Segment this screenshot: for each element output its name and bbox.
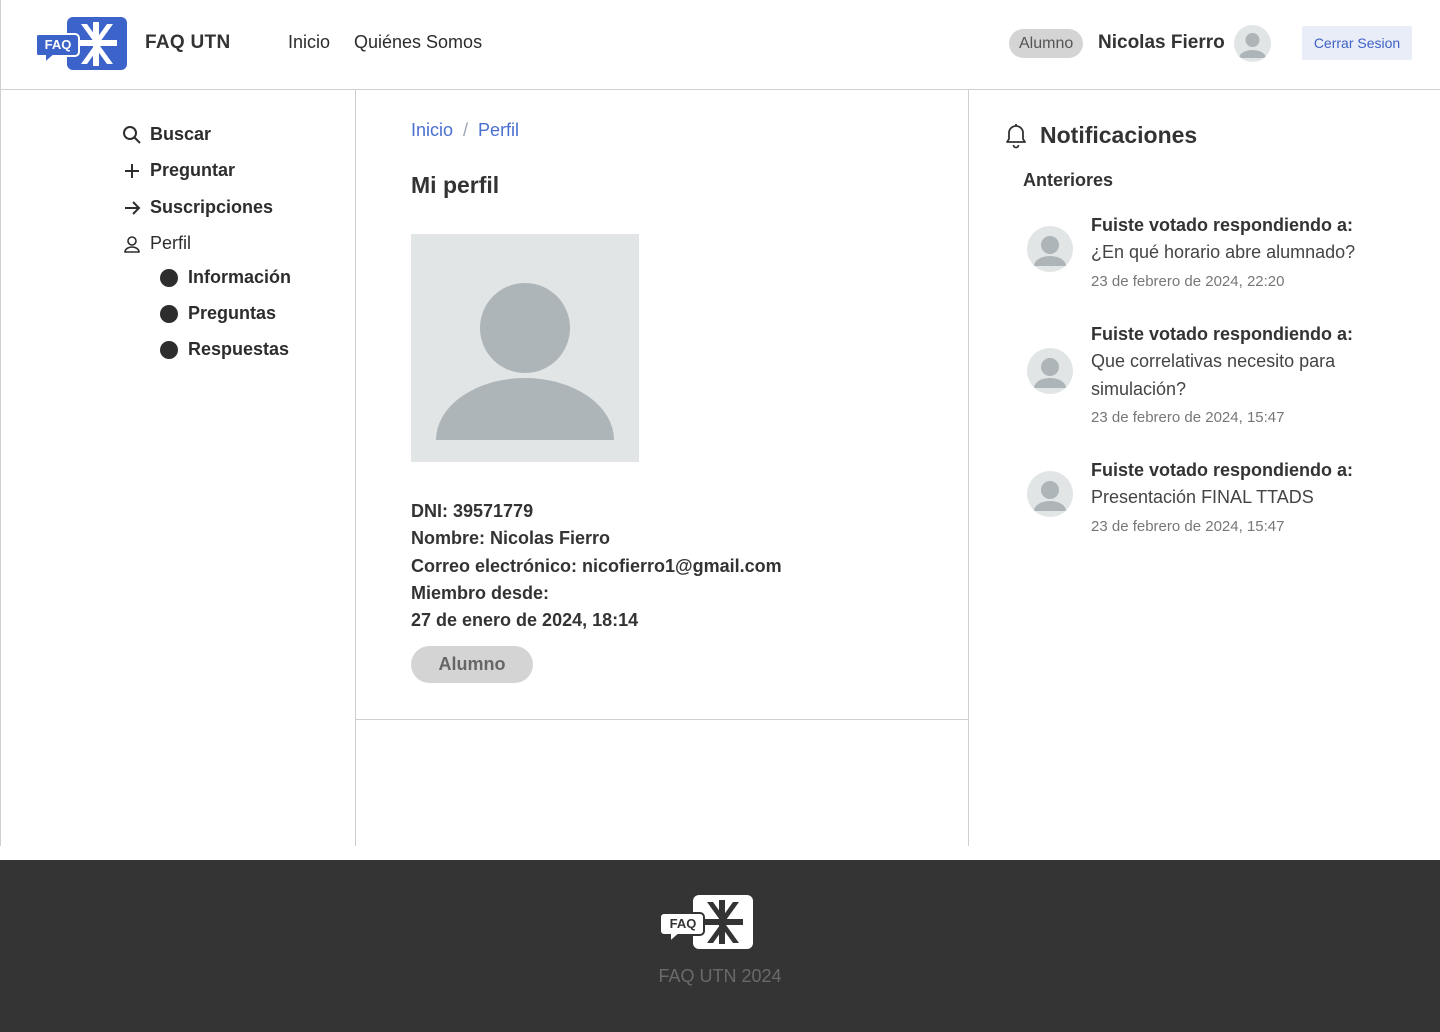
notification-text: ¿En qué horario abre alumnado? — [1091, 242, 1356, 263]
avatar-placeholder-icon — [1034, 481, 1066, 511]
notification-title: Fuiste votado respondiendo a: — [1091, 460, 1354, 480]
notification-avatar — [1027, 226, 1073, 272]
notification-title: Fuiste votado respondiendo a: — [1091, 324, 1354, 344]
breadcrumb-perfil[interactable]: Perfil — [478, 120, 519, 140]
search-icon — [122, 125, 142, 145]
bullet-icon — [160, 268, 178, 287]
sidebar-subitem-label: Información — [188, 267, 292, 287]
miembro-label: Miembro desde: — [411, 582, 550, 603]
avatar-placeholder-icon — [436, 283, 614, 440]
sidebar-item-perfil[interactable]: Perfil — [122, 233, 191, 254]
sidebar-subitem-label: Respuestas — [188, 339, 290, 359]
role-badge: Alumno — [411, 646, 533, 683]
sidebar-item-label: Suscripciones — [150, 197, 274, 217]
sidebar-subitem-respuestas[interactable]: Respuestas — [160, 339, 289, 360]
plus-icon — [122, 161, 142, 181]
page-title: Mi perfil — [411, 172, 500, 198]
footer: FAQ FAQ UTN 2024 — [0, 860, 1440, 1032]
user-avatar[interactable] — [1234, 25, 1271, 62]
main-content: Inicio / Perfil Mi perfil DNI: 39571779 No… — [356, 90, 969, 846]
svg-text:FAQ: FAQ — [670, 916, 697, 931]
sidebar: Buscar Preguntar Suscripciones Perfil In… — [0, 90, 356, 846]
role-badge: Alumno — [1009, 29, 1084, 58]
notification-date: 23 de febrero de 2024, 15:47 — [1091, 408, 1285, 426]
arrow-right-icon — [122, 198, 142, 218]
breadcrumb-separator: / — [463, 120, 469, 140]
sidebar-item-buscar[interactable]: Buscar — [122, 124, 211, 145]
sidebar-item-label: Buscar — [150, 124, 212, 144]
sidebar-item-suscripciones[interactable]: Suscripciones — [122, 197, 273, 218]
notification-date: 23 de febrero de 2024, 15:47 — [1091, 517, 1285, 535]
notification-date: 23 de febrero de 2024, 22:20 — [1091, 272, 1285, 290]
nav-quienes-somos[interactable]: Quiénes Somos — [354, 32, 482, 53]
correo-field: Correo electrónico: nicofierro1@gmail.co… — [411, 555, 782, 576]
breadcrumb: Inicio / Perfil — [411, 120, 519, 141]
footer-copyright: FAQ UTN 2024 — [658, 966, 782, 986]
sidebar-item-label: Perfil — [150, 233, 192, 253]
notifications-section-label: Anteriores — [1023, 170, 1114, 190]
notification-text: Que correlativas necesito para simulació… — [1091, 351, 1336, 399]
bullet-icon — [160, 340, 178, 359]
sidebar-subitem-informacion[interactable]: Información — [160, 267, 291, 288]
profile-card: Inicio / Perfil Mi perfil DNI: 39571779 No… — [356, 90, 968, 720]
miembro-fecha: 27 de enero de 2024, 18:14 — [411, 610, 639, 631]
notification-avatar — [1027, 471, 1073, 517]
notifications-panel: Notificaciones Anteriores Fuiste votado … — [969, 90, 1440, 846]
user-name[interactable]: Nicolas Fierro — [1098, 32, 1225, 54]
sidebar-item-preguntar[interactable]: Preguntar — [122, 160, 235, 181]
nombre-field: Nombre: Nicolas Fierro — [411, 528, 611, 549]
notifications-header: Notificaciones — [1004, 122, 1197, 149]
breadcrumb-inicio[interactable]: Inicio — [411, 120, 453, 140]
profile-info: DNI: 39571779 Nombre: Nicolas Fierro Cor… — [411, 498, 782, 634]
notification-avatar — [1027, 348, 1073, 394]
logout-button[interactable]: Cerrar Sesion — [1302, 26, 1412, 60]
sidebar-subitem-preguntas[interactable]: Preguntas — [160, 303, 276, 324]
bullet-icon — [160, 304, 178, 323]
top-navbar: FAQ FAQ UTN Inicio Quiénes Somos Alumno … — [0, 0, 1440, 90]
notification-title: Fuiste votado respondiendo a: — [1091, 215, 1354, 235]
faq-utn-logo: FAQ — [661, 895, 753, 949]
notification-text: Presentación FINAL TTADS — [1091, 487, 1314, 508]
svg-text:FAQ: FAQ — [45, 37, 72, 52]
profile-picture — [411, 234, 639, 462]
faq-utn-logo[interactable]: FAQ — [37, 16, 127, 71]
user-icon — [122, 234, 142, 254]
dni-field: DNI: 39571779 — [411, 501, 534, 521]
avatar-placeholder-icon — [1034, 358, 1066, 388]
avatar-placeholder-icon — [1239, 33, 1266, 58]
brand-name[interactable]: FAQ UTN — [145, 32, 231, 54]
sidebar-item-label: Preguntar — [150, 160, 236, 180]
bell-icon — [1006, 123, 1026, 148]
notifications-title: Notificaciones — [1040, 122, 1198, 148]
avatar-placeholder-icon — [1034, 236, 1066, 266]
sidebar-subitem-label: Preguntas — [188, 303, 277, 323]
nav-inicio[interactable]: Inicio — [288, 32, 330, 53]
